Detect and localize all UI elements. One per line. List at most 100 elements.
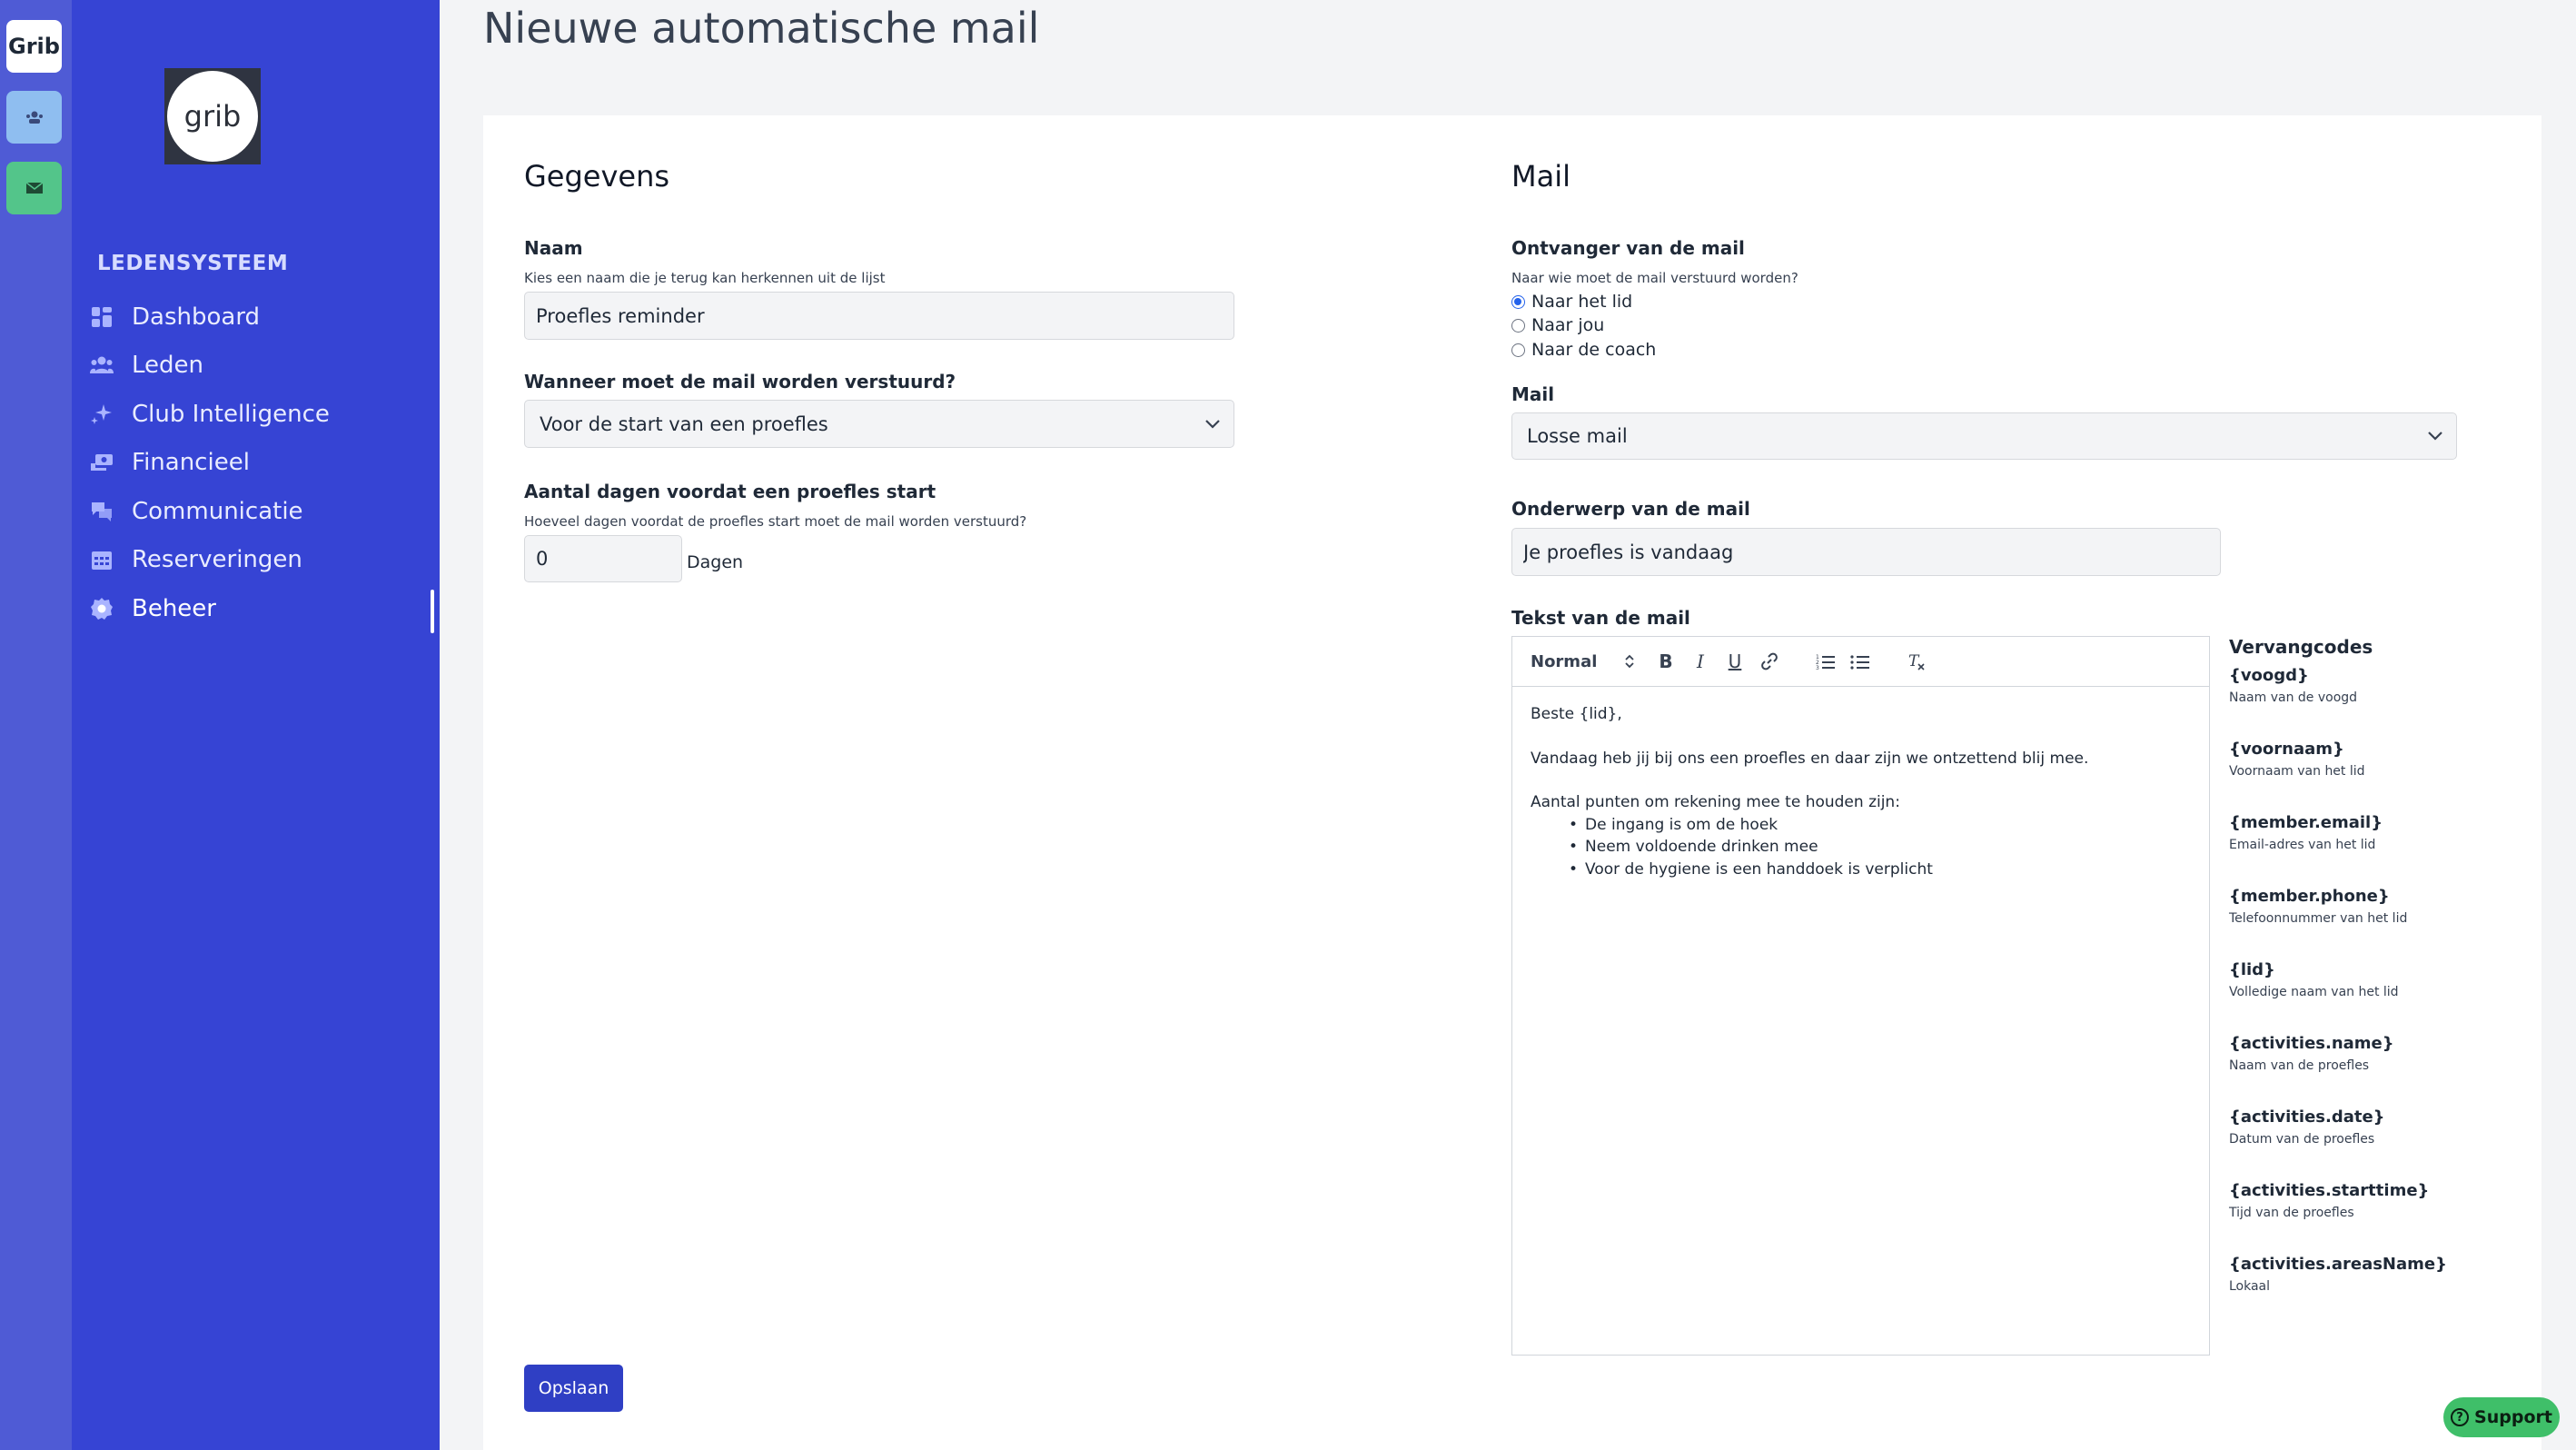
code-desc: Lokaal [2229, 1279, 2271, 1294]
sidebar-item-communicatie[interactable]: Communicatie [72, 487, 440, 536]
code-key: {voogd} [2229, 666, 2309, 685]
code-desc: Volledige naam van het lid [2229, 985, 2399, 999]
sidebar-item-financieel[interactable]: Financieel [72, 439, 440, 488]
sidebar-item-label: Club Intelligence [132, 400, 330, 428]
onderwerp-label: Onderwerp van de mail [1511, 498, 1750, 520]
radio-label: Naar het lid [1531, 292, 1633, 312]
sidebar-item-label: Beheer [132, 594, 216, 622]
radio-label: Naar jou [1531, 315, 1605, 335]
org-rail: Grib [0, 0, 72, 1450]
sidebar-item-reserveringen[interactable]: Reserveringen [72, 536, 440, 585]
sidebar-item-label: Reserveringen [132, 546, 302, 574]
code-key: {lid} [2229, 960, 2275, 979]
bullet-list-icon[interactable] [1843, 646, 1878, 677]
radio-button[interactable] [1511, 318, 1525, 333]
list-item: De ingang is om de hoek [1569, 814, 2191, 837]
users-icon [90, 353, 114, 377]
mail-label: Mail [1511, 383, 1555, 405]
list-item: Neem voldoende drinken mee [1569, 836, 2191, 859]
support-label: Support [2474, 1407, 2552, 1427]
editor-line-1: Vandaag heb jij bij ons een proefles en … [1531, 749, 2089, 768]
mail-select-value: Losse mail [1527, 425, 1628, 447]
dagen-label: Aantal dagen voordat een proefles start [524, 481, 936, 502]
sparkles-icon [90, 402, 114, 426]
radio-button[interactable] [1511, 294, 1525, 309]
underline-icon[interactable]: U [1718, 646, 1752, 677]
club-logo[interactable]: grib [164, 68, 261, 164]
format-select-value: Normal [1531, 651, 1598, 671]
sidebar-nav: Dashboard Leden Club Intelligence Financ… [72, 293, 440, 633]
radio-naar-de-coach[interactable]: Naar de coach [1511, 340, 1656, 360]
sidebar-item-club-intelligence[interactable]: Club Intelligence [72, 390, 440, 439]
org-switch-grib[interactable]: Grib [6, 20, 62, 73]
list-item: {member.phone} Telefoonnummer van het lid [2229, 887, 2447, 960]
link-icon[interactable] [1752, 646, 1787, 677]
org-switch-3[interactable] [6, 162, 62, 214]
tekst-label: Tekst van de mail [1511, 607, 1690, 629]
wanneer-label: Wanneer moet de mail worden verstuurd? [524, 371, 956, 392]
replacement-codes-list: {voogd} Naam van de voogd {voornaam} Voorn… [2229, 666, 2447, 1328]
dagen-input[interactable] [524, 535, 682, 582]
org-label: Grib [8, 34, 60, 59]
radio-naar-het-lid[interactable]: Naar het lid [1511, 292, 1632, 312]
list-item: {activities.areasName} Lokaal [2229, 1255, 2447, 1328]
ontvanger-help: Naar wie moet de mail verstuurd worden? [1511, 270, 1798, 286]
mail-select[interactable]: Losse mail [1511, 412, 2457, 460]
editor-toolbar: Normal B I U 123 T [1512, 637, 2209, 687]
naam-help: Kies een naam die je terug kan herkennen… [524, 270, 886, 286]
code-key: {member.phone} [2229, 887, 2390, 906]
wanneer-select[interactable]: Voor de start van een proefles [524, 400, 1234, 448]
code-desc: Telefoonnummer van het lid [2229, 911, 2408, 926]
code-desc: Datum van de proefles [2229, 1132, 2375, 1147]
format-select[interactable]: Normal [1531, 652, 1649, 671]
editor-content[interactable]: Beste {lid}, Vandaag heb jij bij ons een… [1512, 687, 2209, 897]
org-switch-2[interactable] [6, 91, 62, 144]
support-button[interactable]: ? Support [2443, 1397, 2560, 1437]
onderwerp-input[interactable] [1511, 528, 2221, 576]
code-desc: Tijd van de proefles [2229, 1206, 2354, 1220]
grid-icon [90, 305, 114, 329]
radio-button[interactable] [1511, 343, 1525, 357]
code-key: {activities.date} [2229, 1107, 2385, 1127]
sidebar-item-dashboard[interactable]: Dashboard [72, 293, 440, 342]
gear-icon [90, 597, 114, 621]
mail-heading: Mail [1511, 159, 1570, 194]
code-key: {activities.starttime} [2229, 1181, 2430, 1200]
radio-naar-jou[interactable]: Naar jou [1511, 315, 1604, 335]
sidebar-item-leden[interactable]: Leden [72, 342, 440, 391]
code-key: {voornaam} [2229, 740, 2344, 759]
dagen-unit: Dagen [687, 552, 744, 572]
italic-icon[interactable]: I [1683, 646, 1718, 677]
clear-format-icon[interactable]: T [1899, 646, 1934, 677]
bold-icon[interactable]: B [1649, 646, 1683, 677]
money-icon [90, 451, 114, 474]
chevron-down-icon [1205, 419, 1220, 429]
mail-icon [25, 182, 43, 194]
editor-line-2: Aantal punten om rekening mee te houden … [1531, 793, 1900, 811]
chevron-down-icon [2428, 432, 2442, 441]
sidebar-item-label: Financieel [132, 449, 250, 477]
radio-label: Naar de coach [1531, 340, 1657, 360]
sidebar: grib LEDENSYSTEEM Dashboard Leden Club I… [72, 0, 440, 1450]
ontvanger-label: Ontvanger van de mail [1511, 237, 1745, 259]
naam-input[interactable] [524, 292, 1234, 340]
save-button[interactable]: Opslaan [524, 1365, 623, 1412]
editor-bullet-list: De ingang is om de hoek Neem voldoende d… [1531, 814, 2191, 881]
wanneer-select-value: Voor de start van een proefles [540, 412, 828, 435]
editor-greeting: Beste {lid}, [1531, 705, 1622, 723]
list-item: {voornaam} Voornaam van het lid [2229, 740, 2447, 813]
replacement-codes-title: Vervangcodes [2229, 636, 2373, 658]
code-key: {member.email} [2229, 813, 2383, 832]
dagen-help: Hoeveel dagen voordat de proefles start … [524, 513, 1027, 530]
sidebar-section-title: LEDENSYSTEEM [97, 252, 289, 275]
list-item: Voor de hygiene is een handdoek is verpl… [1569, 859, 2191, 881]
logo-text: grib [183, 99, 242, 134]
code-key: {activities.name} [2229, 1034, 2394, 1053]
logo-circle: grib [167, 71, 258, 162]
list-item: {activities.starttime} Tijd van de proefl… [2229, 1181, 2447, 1255]
sidebar-item-beheer[interactable]: Beheer [72, 584, 440, 633]
list-item: {activities.date} Datum van de proefles [2229, 1107, 2447, 1181]
help-circle-icon: ? [2451, 1408, 2470, 1426]
code-key: {activities.areasName} [2229, 1255, 2447, 1274]
ordered-list-icon[interactable]: 123 [1808, 646, 1843, 677]
